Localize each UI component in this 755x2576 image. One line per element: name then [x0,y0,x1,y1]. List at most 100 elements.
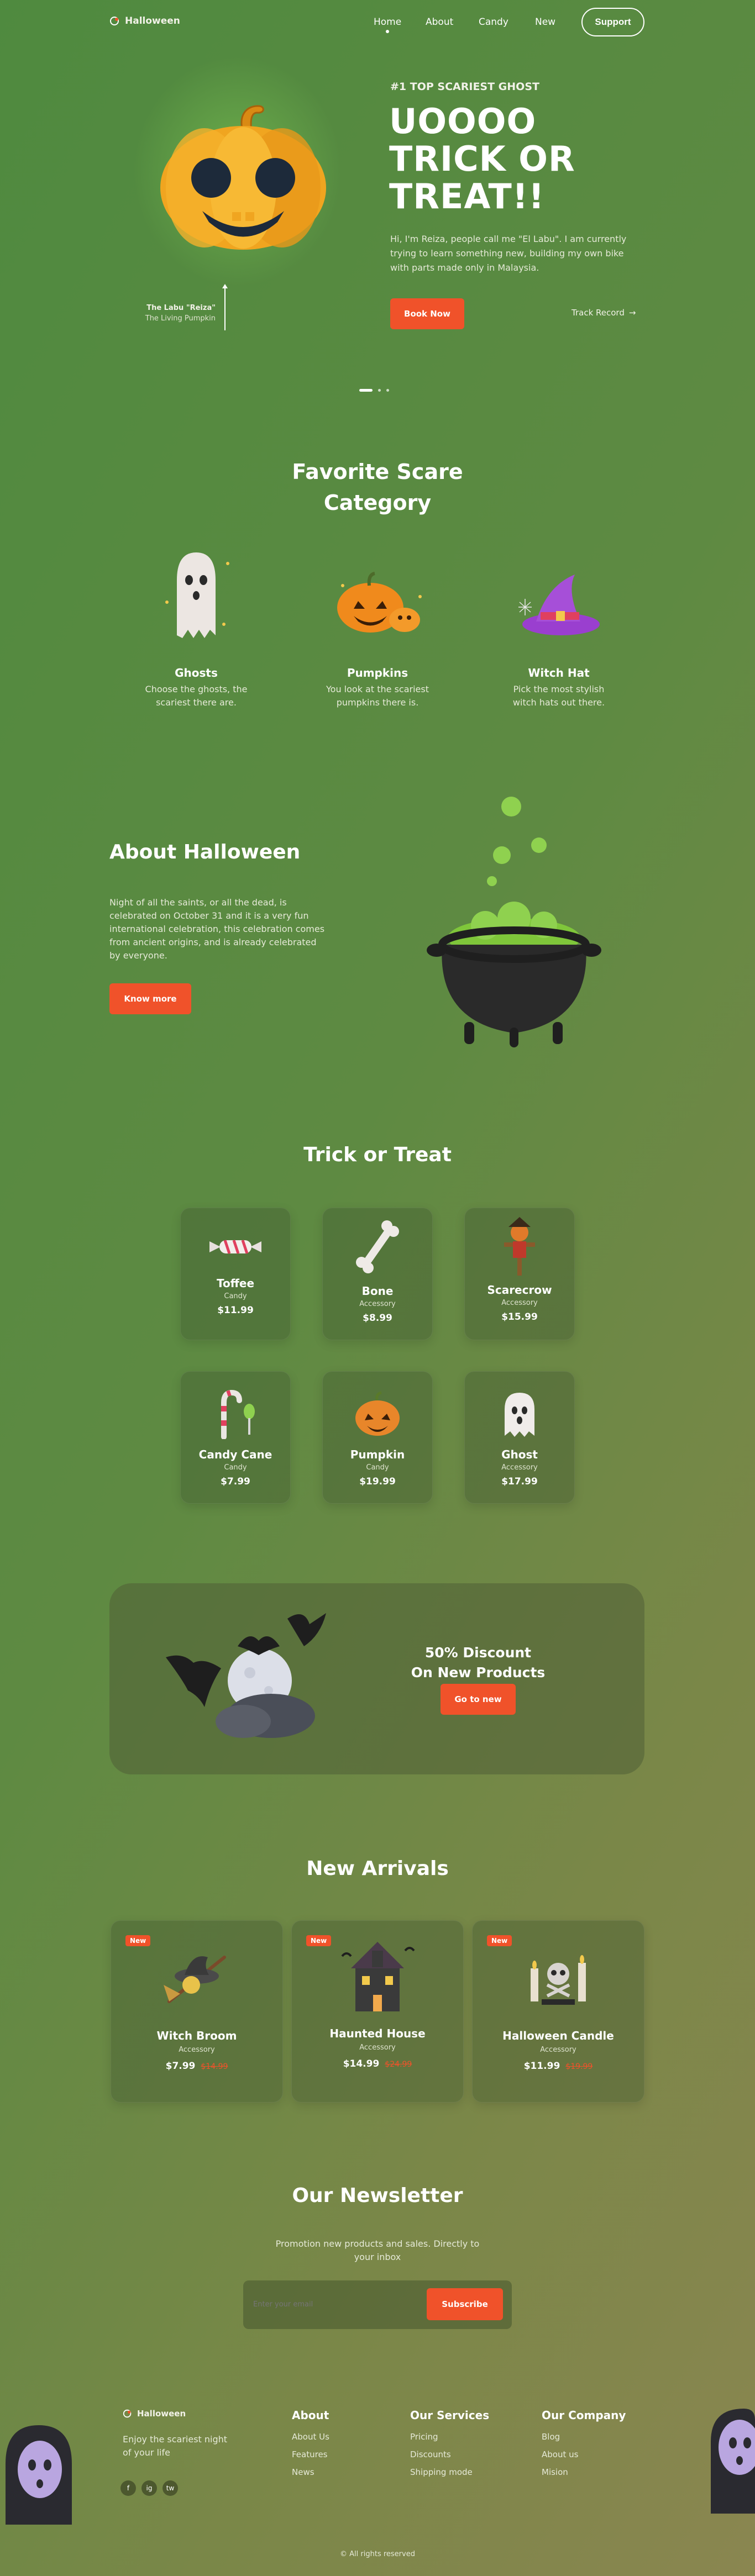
email-input[interactable] [253,2291,419,2317]
category-witch-hat[interactable]: Witch Hat Pick the most stylish witch ha… [490,666,628,709]
arrival-card-halloween-candle[interactable]: New Halloween Candle Accessory $11.99 $1… [472,1920,644,2103]
ghost-icon [505,1393,534,1437]
product-category: Candy [224,1463,247,1472]
category-desc-line: Choose the ghosts, the [145,684,248,694]
product-category: Candy [366,1463,389,1472]
footer-tagline-line: of your life [123,2447,170,2458]
about-desc-line: Night of all the saints, or all the dead… [109,897,287,908]
footer-column-company: Our Company Blog About us Mision [542,2409,626,2485]
nav-link-about[interactable]: About [426,17,453,28]
nav-link-candy[interactable]: Candy [479,17,508,28]
facebook-icon[interactable]: f [120,2480,136,2496]
product-name: Halloween Candle [502,2029,614,2042]
support-button[interactable]: Support [581,8,644,36]
ghost-mascot-right [711,2409,755,2514]
product-price: $7.99 [221,1476,250,1487]
product-price: $19.99 [359,1476,396,1487]
instagram-icon[interactable]: ig [141,2480,157,2496]
go-to-new-button[interactable]: Go to new [441,1684,516,1715]
product-card-ghost[interactable]: Ghost Accessory $17.99 [464,1371,575,1504]
logo-text: Halloween [125,15,180,27]
product-category: Accessory [359,1300,396,1308]
caption-name: The Labu "Reiza" [146,304,216,312]
product-price: $17.99 [501,1476,538,1487]
footer-logo[interactable]: Halloween [123,2409,186,2419]
slider-dot-active[interactable] [359,389,373,392]
about-description: Night of all the saints, or all the dead… [109,896,342,962]
nav-link-new[interactable]: New [535,17,555,28]
product-category: Accessory [359,2043,396,2052]
product-old-price: $24.99 [385,2060,412,2069]
arrivals-title: New Arrivals [306,1857,449,1880]
about-desc-line: celebrated on October 31 and it is a ver… [109,910,309,921]
footer-link[interactable]: Blog [542,2432,626,2442]
track-record-link[interactable]: Track Record → [572,308,636,318]
hero-caption: The Labu "Reiza" The Living Pumpkin [111,304,216,323]
product-category: Candy [224,1292,247,1300]
footer-link[interactable]: News [292,2467,329,2477]
category-desc-line: pumpkins there is. [336,697,419,708]
footer-link[interactable]: About Us [292,2432,329,2442]
product-old-price: $14.99 [201,2062,228,2071]
twitter-icon[interactable]: tw [162,2480,178,2496]
arrival-card-witch-broom[interactable]: New Witch Broom Accessory $7.99 $14.99 [111,1920,283,2103]
about-desc-line: from ancient origins, and is already cel… [109,937,317,947]
caption-arrow-head [222,284,228,288]
category-pumpkins[interactable]: Pumpkins You look at the scariest pumpki… [308,666,447,709]
product-price: $11.99 [217,1305,254,1316]
product-card-bone[interactable]: Bone Accessory $8.99 [322,1208,433,1340]
halloween-candle-icon [531,1955,586,2005]
product-card-pumpkin[interactable]: Pumpkin Candy $19.99 [322,1371,433,1504]
slider-dot[interactable] [378,389,381,392]
categories-title-line: Category [323,491,432,515]
nav-link-home[interactable]: Home [374,17,401,33]
pumpkins-category-illustration [337,572,422,633]
category-name: Ghosts [175,666,218,679]
product-price: $8.99 [363,1313,392,1324]
copyright: © All rights reserved [340,2550,415,2558]
about-title: About Halloween [109,841,301,863]
footer-link[interactable]: Features [292,2449,329,2459]
product-card-scarecrow[interactable]: Scarecrow Accessory $15.99 [464,1208,575,1340]
cauldron-illustration [427,797,601,1047]
promo-title-line: On New Products [411,1664,546,1681]
category-name: Witch Hat [528,666,590,679]
product-name: Candy Cane [198,1448,272,1461]
footer-link[interactable]: About us [542,2449,626,2459]
product-price: $14.99 [343,2058,380,2069]
hero-tagline: #1 TOP SCARIEST GHOST [390,81,539,93]
arrival-card-haunted-house[interactable]: New Haunted House Accessory $14.99 $24.9… [291,1920,464,2103]
footer-column-title: Our Company [542,2409,626,2422]
haunted-house-icon [341,1942,415,2011]
footer-link[interactable]: Discounts [410,2449,489,2459]
product-card-toffee[interactable]: Toffee Candy $11.99 [180,1208,291,1340]
ghost-logo-icon [110,17,119,25]
slider-dot[interactable] [386,389,389,392]
footer-tagline-line: Enjoy the scariest night [123,2434,228,2445]
nav-link-label: Home [374,17,402,28]
promo-text: 50% Discount On New Products [398,1643,558,1683]
product-card-candy-cane[interactable]: Candy Cane Candy $7.99 [180,1371,291,1504]
product-price: $7.99 [165,2061,196,2072]
newsletter-description: Promotion new products and sales. Direct… [212,2237,543,2264]
product-name: Bone [361,1284,394,1298]
caption-sub: The Living Pumpkin [145,314,216,323]
categories-title: Favorite Scare Category [212,456,543,518]
subscribe-button[interactable]: Subscribe [427,2288,503,2320]
category-name: Pumpkins [347,666,408,679]
footer-link[interactable]: Mision [542,2467,626,2477]
category-ghosts[interactable]: Ghosts Choose the ghosts, the scariest t… [127,666,265,709]
nav-logo[interactable]: Halloween [109,15,180,27]
product-name: Witch Broom [156,2029,237,2042]
product-old-price: $19.99 [565,2062,593,2071]
hero-pumpkin-illustration [160,105,326,250]
know-more-button[interactable]: Know more [109,983,191,1014]
footer-link[interactable]: Pricing [410,2432,489,2442]
product-name: Ghost [501,1448,538,1461]
newsletter-desc-line: your inbox [354,2252,401,2262]
hero-title-line: TREAT!! [389,176,545,217]
book-now-button[interactable]: Book Now [390,298,464,329]
scarecrow-icon [504,1217,535,1276]
footer-link[interactable]: Shipping mode [410,2467,489,2477]
price-row: $14.99 $24.99 [292,2058,463,2069]
